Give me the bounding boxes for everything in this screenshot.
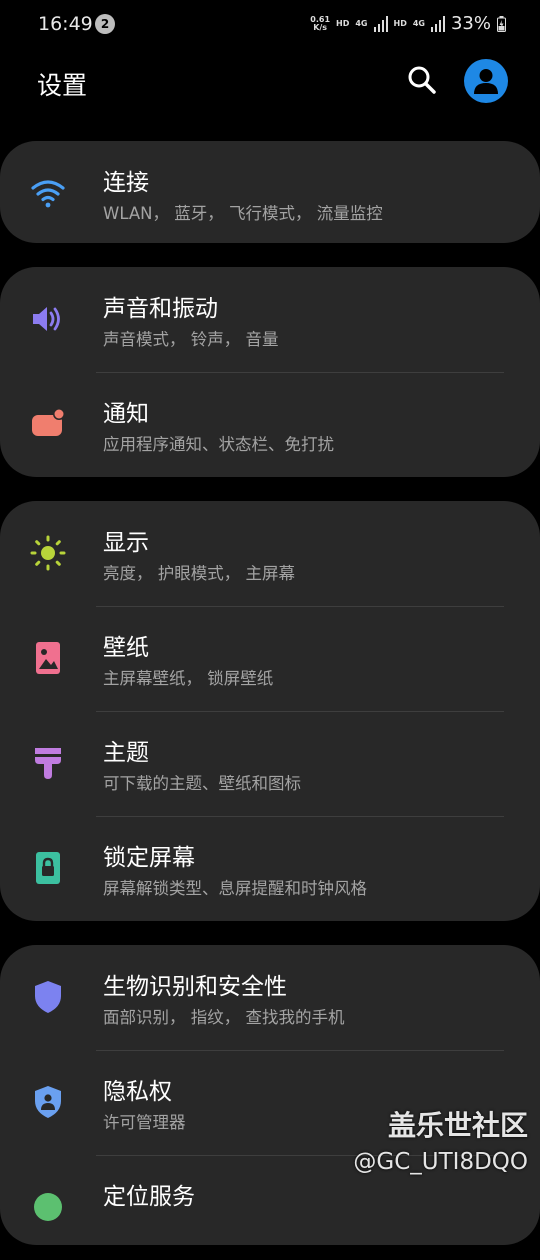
account-icon	[474, 69, 498, 94]
net-speed: 0.61 K/s	[310, 14, 331, 32]
settings-item-subtitle: WLAN， 蓝牙， 飞行模式， 流量监控	[103, 204, 383, 223]
settings-item-label: 隐私权	[103, 1079, 172, 1105]
status-indicators: 0.61 K/s HD 4G HD 4G 33%	[310, 13, 506, 34]
settings-item-subtitle: 主屏幕壁纸， 锁屏壁纸	[103, 669, 274, 688]
settings-item-label: 锁定屏幕	[103, 845, 195, 871]
settings-item-label: 定位服务	[103, 1184, 195, 1210]
watermark-brand: 盖乐世社区	[387, 1109, 528, 1142]
settings-item-lock-screen[interactable]: 锁定屏幕 屏幕解锁类型、息屏提醒和时钟风格	[0, 816, 540, 921]
settings-item-wallpaper[interactable]: 壁纸 主屏幕壁纸， 锁屏壁纸	[0, 606, 540, 711]
battery-percentage: 33%	[450, 13, 491, 34]
settings-item-label: 显示	[103, 530, 149, 556]
signal-icon	[373, 15, 388, 32]
settings-item-subtitle: 应用程序通知、状态栏、免打扰	[103, 435, 334, 454]
notification-icon	[32, 408, 65, 436]
settings-item-subtitle: 亮度， 护眼模式， 主屏幕	[103, 564, 295, 583]
settings-item-subtitle: 屏幕解锁类型、息屏提醒和时钟风格	[103, 879, 367, 898]
settings-item-connections[interactable]: 连接 WLAN， 蓝牙， 飞行模式， 流量监控	[0, 141, 540, 243]
theme-brush-icon	[35, 748, 61, 779]
wifi-icon	[31, 180, 65, 208]
notification-count-badge: 2	[95, 14, 115, 34]
status-time: 16:49	[38, 13, 93, 35]
shield-icon	[35, 981, 61, 1013]
settings-item-subtitle: 可下载的主题、壁纸和图标	[103, 774, 301, 793]
settings-item-label: 通知	[103, 401, 149, 427]
settings-item-label: 主题	[103, 740, 149, 766]
settings-item-biometrics-security[interactable]: 生物识别和安全性 面部识别， 指纹， 查找我的手机	[0, 945, 540, 1050]
sim2-type: 4G	[412, 19, 425, 28]
settings-item-label: 生物识别和安全性	[103, 974, 287, 1000]
settings-group-sound-notifications: 声音和振动 声音模式， 铃声， 音量 通知 应用程序通知、状态栏、免打扰	[0, 267, 540, 477]
settings-group-security: 生物识别和安全性 面部识别， 指纹， 查找我的手机 隐私权 许可管理器 定位服务	[0, 945, 540, 1245]
settings-item-label: 声音和振动	[103, 296, 218, 322]
volume-icon	[33, 307, 60, 331]
settings-item-notifications[interactable]: 通知 应用程序通知、状态栏、免打扰	[0, 372, 540, 477]
settings-item-theme[interactable]: 主题 可下载的主题、壁纸和图标	[0, 711, 540, 816]
settings-item-subtitle: 声音模式， 铃声， 音量	[103, 330, 279, 349]
settings-group-connections: 连接 WLAN， 蓝牙， 飞行模式， 流量监控	[0, 141, 540, 243]
page-title: 设置	[37, 71, 88, 100]
settings-group-display: 显示 亮度， 护眼模式， 主屏幕 壁纸 主屏幕壁纸， 锁屏壁纸 主题 可下载的主…	[0, 501, 540, 921]
lock-screen-icon	[36, 852, 60, 884]
status-bar: 16:49 2 0.61 K/s HD 4G HD 4G 33%	[0, 0, 540, 50]
settings-item-label: 壁纸	[103, 635, 149, 661]
settings-item-sound-vibration[interactable]: 声音和振动 声音模式， 铃声， 音量	[0, 267, 540, 372]
search-icon[interactable]	[406, 64, 438, 96]
settings-item-display[interactable]: 显示 亮度， 护眼模式， 主屏幕	[0, 501, 540, 606]
sim1-type: 4G	[355, 19, 368, 28]
signal-icon	[430, 15, 445, 32]
battery-charging-icon	[497, 15, 506, 32]
brightness-icon	[30, 535, 66, 571]
wallpaper-icon	[36, 642, 60, 674]
settings-item-subtitle: 许可管理器	[103, 1113, 186, 1132]
location-icon	[34, 1193, 62, 1221]
settings-item-subtitle: 面部识别， 指纹， 查找我的手机	[103, 1008, 345, 1027]
hd-indicator-1: HD	[336, 19, 350, 28]
hd-indicator-2: HD	[393, 19, 407, 28]
watermark-user: @GC_UTI8DQO	[353, 1149, 528, 1175]
privacy-shield-icon	[35, 1086, 61, 1118]
settings-item-label: 连接	[103, 170, 149, 196]
account-avatar[interactable]	[464, 59, 508, 103]
